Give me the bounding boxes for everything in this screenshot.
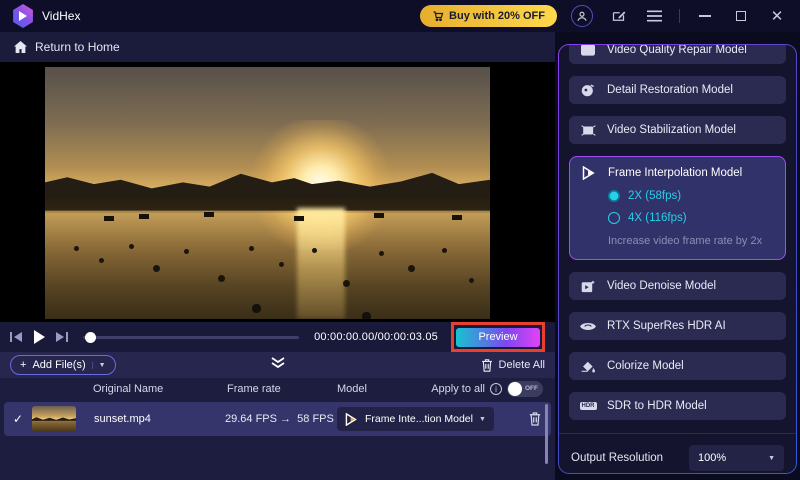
- detail-restoration-icon: [579, 83, 597, 97]
- add-files-caret-icon[interactable]: ▼: [91, 361, 106, 369]
- row-model-label: Frame Inte...tion Model: [365, 413, 473, 425]
- resolution-caret-icon: ▼: [768, 454, 775, 462]
- menu-icon[interactable]: [643, 5, 665, 27]
- file-toolbar: + Add File(s) ▼ Delete All: [0, 352, 555, 378]
- row-delete-button[interactable]: [529, 412, 541, 426]
- apply-to-all-label: Apply to all: [431, 383, 485, 395]
- option-label: 2X (58fps): [628, 190, 682, 202]
- nvidia-eye-icon: [579, 321, 597, 332]
- playback-controls: 00:00:00.00/00:00:03.05 Preview: [0, 322, 555, 352]
- sun-reflection: [296, 208, 345, 319]
- toggle-state-label: OFF: [525, 385, 538, 392]
- model-item-video-denoise[interactable]: Video Denoise Model: [569, 272, 786, 300]
- add-files-button[interactable]: + Add File(s) ▼: [10, 355, 116, 375]
- model-item-detail-restoration[interactable]: Detail Restoration Model: [569, 76, 786, 104]
- file-row[interactable]: ✓ sunset.mp4 29.64 FPS → 58 FPS Frame In…: [4, 402, 551, 436]
- trash-icon: [481, 358, 493, 372]
- titlebar-separator: [679, 9, 680, 23]
- next-frame-button[interactable]: [55, 331, 68, 343]
- row-model-dropdown[interactable]: Frame Inte...tion Model ▼: [337, 407, 494, 431]
- output-resolution-dropdown[interactable]: 100% ▼: [689, 445, 784, 471]
- apply-to-all-toggle[interactable]: OFF: [507, 381, 543, 397]
- add-files-label: Add File(s): [32, 359, 86, 371]
- row-model-caret-icon: ▼: [478, 415, 486, 423]
- titlebar: VidHex Buy with 20% OFF ✕: [0, 0, 800, 32]
- app-title: VidHex: [42, 9, 81, 23]
- output-resolution-value: 100%: [698, 452, 727, 464]
- video-stabilization-icon: [579, 124, 597, 137]
- model-item-frame-interpolation[interactable]: Frame Interpolation Model 2X (58fps) 4X …: [569, 156, 786, 260]
- minimize-button[interactable]: [694, 5, 716, 27]
- model-item-rtx-superres[interactable]: RTX SuperRes HDR AI: [569, 312, 786, 340]
- seek-slider-knob[interactable]: [85, 331, 96, 343]
- return-home-label: Return to Home: [35, 40, 120, 54]
- models-panel: Video Quality Repair Model Detail Restor…: [558, 44, 797, 474]
- maximize-button[interactable]: [730, 5, 752, 27]
- video-preview[interactable]: [45, 67, 490, 319]
- buoys: [45, 67, 48, 70]
- hdr-badge-icon: HDR: [579, 402, 597, 410]
- delete-all-button[interactable]: Delete All: [481, 358, 545, 372]
- model-item-label: Video Denoise Model: [607, 280, 717, 292]
- model-item-label: RTX SuperRes HDR AI: [607, 320, 726, 332]
- sidebar: Video Quality Repair Model Detail Restor…: [555, 32, 800, 480]
- file-list-scrollbar[interactable]: [545, 404, 548, 464]
- model-item-colorize[interactable]: Colorize Model: [569, 352, 786, 380]
- row-check-icon[interactable]: ✓: [4, 412, 32, 426]
- frame-rate-cell: 29.64 FPS → 58 FPS: [225, 413, 334, 425]
- video-denoise-icon: [579, 280, 597, 293]
- previous-frame-button[interactable]: [10, 331, 23, 343]
- option-label: 4X (116fps): [628, 212, 687, 224]
- feedback-edit-icon[interactable]: [607, 5, 629, 27]
- model-item-label: Video Stabilization Model: [607, 124, 736, 136]
- video-stage: [0, 62, 555, 322]
- account-icon[interactable]: [571, 5, 593, 27]
- delete-all-label: Delete All: [498, 359, 545, 371]
- model-item-label: Frame Interpolation Model: [608, 167, 743, 179]
- radio-unselected-icon[interactable]: [608, 212, 620, 224]
- preview-button[interactable]: Preview: [456, 327, 540, 347]
- frame-interpolation-icon: [580, 166, 598, 180]
- radio-selected-icon[interactable]: [608, 190, 620, 202]
- annotation-highlight-box: Preview: [451, 322, 545, 352]
- model-item-label: SDR to HDR Model: [607, 400, 707, 412]
- plus-icon: +: [20, 359, 27, 371]
- info-icon[interactable]: i: [490, 383, 502, 395]
- main-panel: Return to Home 00:00:00.00/00:00:03.05 P…: [0, 32, 555, 480]
- close-button[interactable]: ✕: [766, 5, 788, 27]
- cart-icon: [432, 10, 444, 22]
- file-table-header: Original Name Frame rate Model Apply to …: [0, 378, 555, 400]
- video-quality-repair-icon: [579, 45, 597, 56]
- file-thumbnail: [32, 406, 76, 432]
- model-item-label: Video Quality Repair Model: [607, 45, 747, 56]
- play-button[interactable]: [32, 330, 46, 344]
- output-resolution-label: Output Resolution: [571, 452, 664, 464]
- home-icon: [14, 41, 27, 53]
- playback-time: 00:00:00.00/00:00:03.05: [314, 331, 438, 343]
- seek-slider[interactable]: [83, 331, 300, 343]
- sidebar-divider: [559, 433, 796, 434]
- app-logo-icon: [13, 4, 33, 28]
- option-2x[interactable]: 2X (58fps): [608, 190, 775, 202]
- model-item-label: Colorize Model: [607, 360, 684, 372]
- col-model: Model: [337, 383, 367, 395]
- file-name: sunset.mp4: [94, 413, 151, 425]
- model-item-label: Detail Restoration Model: [607, 84, 733, 96]
- buy-label: Buy with 20% OFF: [449, 10, 545, 22]
- collapse-list-button[interactable]: [270, 357, 286, 370]
- col-frame-rate: Frame rate: [227, 383, 281, 395]
- frame-interpolation-icon: [345, 412, 359, 426]
- buy-discount-button[interactable]: Buy with 20% OFF: [420, 5, 557, 27]
- paint-bucket-icon: [579, 360, 597, 373]
- col-original-name: Original Name: [93, 383, 164, 395]
- model-item-sdr-to-hdr[interactable]: HDR SDR to HDR Model: [569, 392, 786, 420]
- model-item-video-stabilization[interactable]: Video Stabilization Model: [569, 116, 786, 144]
- option-4x[interactable]: 4X (116fps): [608, 212, 775, 224]
- model-description: Increase video frame rate by 2x: [608, 235, 763, 247]
- model-item-video-quality-repair[interactable]: Video Quality Repair Model: [569, 45, 786, 64]
- return-home-button[interactable]: Return to Home: [0, 32, 555, 62]
